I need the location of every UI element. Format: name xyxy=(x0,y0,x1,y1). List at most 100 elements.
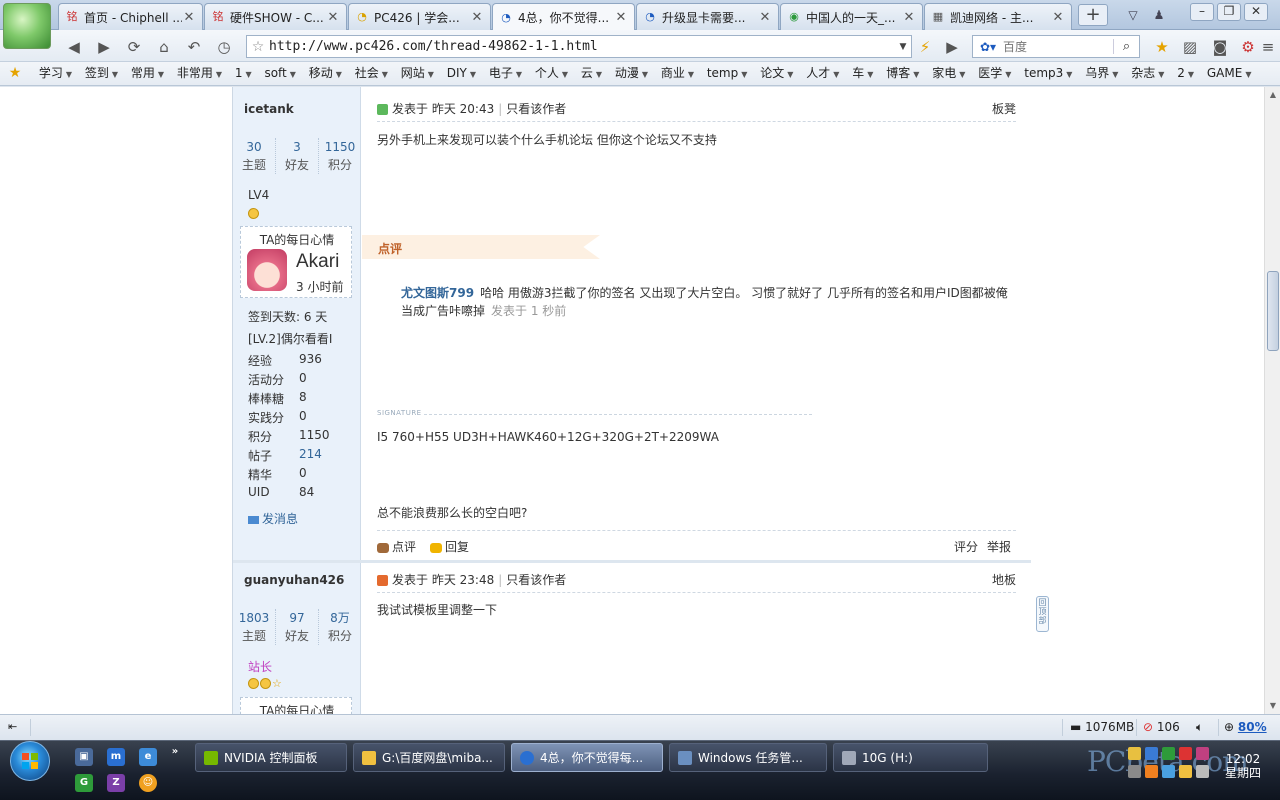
stat-points[interactable]: 8万 积分 xyxy=(319,609,361,645)
bookmark-folder[interactable]: soft ▼ xyxy=(259,62,299,85)
stat-points[interactable]: 1150 积分 xyxy=(319,138,361,174)
menu-icon[interactable]: ≡ xyxy=(1258,37,1278,57)
post-count-link[interactable]: 214 xyxy=(299,447,322,464)
go-icon[interactable]: ▶ xyxy=(942,37,962,57)
bookmark-folder[interactable]: 签到 ▼ xyxy=(80,62,122,85)
scroll-down-arrow[interactable]: ▼ xyxy=(1265,698,1280,714)
tab-current-thread[interactable]: ◔ 4总，你不觉得... ✕ xyxy=(492,3,635,31)
scroll-up-arrow[interactable]: ▲ xyxy=(1265,87,1280,103)
tray-icon[interactable] xyxy=(1179,765,1192,778)
send-message-link[interactable]: 发消息 xyxy=(248,510,298,527)
bookmark-folder[interactable]: 人才 ▼ xyxy=(801,62,843,85)
address-bar[interactable]: ☆ ▼ xyxy=(246,35,912,58)
bookmark-folder[interactable]: 动漫 ▼ xyxy=(610,62,652,85)
tray-icon[interactable] xyxy=(1179,747,1192,760)
taskbar-item[interactable]: NVIDIA 控制面板 xyxy=(195,743,347,772)
bookmark-folder[interactable]: temp3 ▼ xyxy=(1019,62,1076,85)
stat-threads[interactable]: 30 主题 xyxy=(233,138,276,174)
minimize-button[interactable]: – xyxy=(1190,3,1214,21)
stat-friends[interactable]: 97 好友 xyxy=(276,609,319,645)
taskbar-item[interactable]: G:\百度网盘\miba... xyxy=(353,743,505,772)
author-only-link[interactable]: 只看该作者 xyxy=(506,573,566,587)
reply-button[interactable]: 回复 xyxy=(430,538,469,555)
adblock-count[interactable]: ⊘ 106 xyxy=(1143,720,1180,734)
report-button[interactable]: 举报 xyxy=(987,538,1011,555)
tab-gpu-upgrade[interactable]: ◔ 升级显卡需要... ✕ xyxy=(636,3,779,30)
show-desktop-icon[interactable]: ▣ xyxy=(75,748,93,766)
bookmark-folder[interactable]: 电子 ▼ xyxy=(484,62,526,85)
comment-user-link[interactable]: 尤文图斯799 xyxy=(401,286,474,300)
tab-pc426[interactable]: ◔ PC426 | 学会... ✕ xyxy=(348,3,491,30)
skin-icon[interactable]: ♟ xyxy=(1150,6,1168,24)
bookmark-folder[interactable]: 家电 ▼ xyxy=(927,62,969,85)
tray-icon[interactable] xyxy=(1162,765,1175,778)
clock[interactable]: 12:02 星期四 xyxy=(1218,752,1268,780)
quicklaunch-more-icon[interactable]: » xyxy=(166,743,184,761)
forward-icon[interactable]: ▶ xyxy=(94,37,114,57)
history-icon[interactable]: ◷ xyxy=(214,37,234,57)
tab-chiphell-home[interactable]: 铭 首页 - Chiphell ... ✕ xyxy=(58,3,203,30)
bookmark-folder[interactable]: 医学 ▼ xyxy=(973,62,1015,85)
maxthon-icon[interactable]: m xyxy=(107,748,125,766)
rate-button[interactable]: 评分 xyxy=(954,538,978,555)
sidebar-toggle-icon[interactable]: ⇤ xyxy=(8,720,17,733)
close-icon[interactable]: ✕ xyxy=(1051,10,1065,25)
comment-button[interactable]: 点评 xyxy=(377,538,416,555)
tray-icon[interactable] xyxy=(1145,747,1158,760)
taskbar-item[interactable]: 4总，你不觉得每... xyxy=(511,743,663,772)
bookmark-folder[interactable]: 非常用 ▼ xyxy=(172,62,226,85)
author-name[interactable]: guanyuhan426 xyxy=(244,573,344,587)
bookmark-folder[interactable]: 车 ▼ xyxy=(847,62,877,85)
speed-mode-icon[interactable]: ⚡ xyxy=(915,37,935,57)
bookmark-folder[interactable]: 乌界 ▼ xyxy=(1080,62,1122,85)
bookmark-folder[interactable]: 论文 ▼ xyxy=(755,62,797,85)
scroll-thumb[interactable] xyxy=(1267,271,1279,351)
back-to-top-button[interactable]: 回顶部 xyxy=(1036,596,1049,632)
bookmark-folder[interactable]: 2 ▼ xyxy=(1172,62,1198,85)
close-icon[interactable]: ✕ xyxy=(470,10,484,25)
bookmark-folder[interactable]: DIY ▼ xyxy=(442,62,480,85)
close-window-button[interactable]: ✕ xyxy=(1244,3,1268,21)
bookmark-folder[interactable]: GAME ▼ xyxy=(1202,62,1256,85)
tray-icon[interactable] xyxy=(1128,765,1141,778)
tray-icon[interactable] xyxy=(1145,765,1158,778)
bookmark-folder[interactable]: temp ▼ xyxy=(702,62,752,85)
bookmark-folder[interactable]: 1 ▼ xyxy=(230,62,256,85)
close-icon[interactable]: ✕ xyxy=(614,10,628,25)
memory-usage[interactable]: ▬ 1076MB xyxy=(1070,720,1134,734)
bookmark-folder[interactable]: 网站 ▼ xyxy=(396,62,438,85)
favorites-star-icon[interactable]: ★ xyxy=(0,62,30,84)
stat-threads[interactable]: 1803 主题 xyxy=(233,609,276,645)
chevron-down-icon[interactable]: ▼ xyxy=(895,42,911,52)
adblock-icon[interactable]: ▨ xyxy=(1180,37,1200,57)
start-button[interactable] xyxy=(10,741,50,781)
tab-kdnet[interactable]: ▦ 凯迪网络 - 主... ✕ xyxy=(924,3,1072,30)
tools-icon[interactable]: ⚙ xyxy=(1238,37,1258,57)
bookmark-folder[interactable]: 学习 ▼ xyxy=(34,62,76,85)
volume-tray-icon[interactable] xyxy=(1196,765,1209,778)
z-app-icon[interactable]: Z xyxy=(107,774,125,792)
close-icon[interactable]: ✕ xyxy=(326,10,340,25)
search-box[interactable]: ✿▾ ⌕ xyxy=(972,35,1140,58)
back-icon[interactable]: ◀ xyxy=(64,37,84,57)
tab-list-icon[interactable]: ▽ xyxy=(1124,6,1142,24)
restore-button[interactable]: ❐ xyxy=(1217,3,1241,21)
browser-logo[interactable] xyxy=(3,3,51,49)
undo-close-icon[interactable]: ↶ xyxy=(184,37,204,57)
bookmark-folder[interactable]: 杂志 ▼ xyxy=(1126,62,1168,85)
bookmark-folder[interactable]: 社会 ▼ xyxy=(350,62,392,85)
close-icon[interactable]: ✕ xyxy=(758,10,772,25)
tray-icon[interactable] xyxy=(1162,747,1175,760)
refresh-icon[interactable]: ⟳ xyxy=(124,37,144,57)
taskbar-item[interactable]: Windows 任务管... xyxy=(669,743,827,772)
vertical-scrollbar[interactable]: ▲ ▼ xyxy=(1264,87,1280,714)
qq-icon[interactable]: ☺ xyxy=(139,774,157,792)
stat-friends[interactable]: 3 好友 xyxy=(276,138,319,174)
author-name[interactable]: icetank xyxy=(244,102,294,116)
floor-number[interactable]: 地板 xyxy=(992,571,1016,588)
explorer-icon[interactable]: e xyxy=(139,748,157,766)
screenshot-icon[interactable]: ◙ xyxy=(1210,37,1230,57)
home-icon[interactable]: ⌂ xyxy=(154,37,174,57)
author-only-link[interactable]: 只看该作者 xyxy=(506,102,566,116)
url-input[interactable] xyxy=(269,39,895,54)
